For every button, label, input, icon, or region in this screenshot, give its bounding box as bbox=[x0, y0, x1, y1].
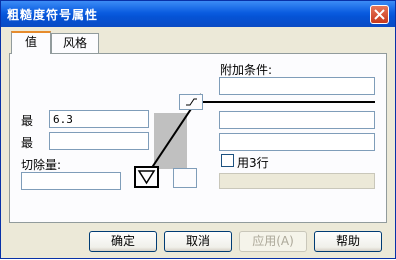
lay-direction-button[interactable] bbox=[179, 94, 203, 110]
cancel-button[interactable]: 取消 bbox=[164, 231, 232, 252]
min-label: 最 bbox=[21, 136, 34, 150]
cutoff-field[interactable] bbox=[21, 172, 121, 190]
use-3-lines-checkbox[interactable] bbox=[221, 154, 234, 167]
triangle-down-icon bbox=[137, 170, 156, 185]
extra-condition-field-2[interactable] bbox=[219, 111, 375, 129]
help-button[interactable]: 帮助 bbox=[314, 231, 382, 252]
tab-label: 值 bbox=[24, 35, 37, 49]
max-label: 最 bbox=[21, 114, 34, 128]
use-3-lines-label: 用3行 bbox=[237, 156, 269, 170]
roughness-symbol-lines bbox=[140, 93, 375, 185]
cancel-label: 取消 bbox=[185, 234, 210, 248]
third-line-field-disabled bbox=[219, 173, 375, 189]
extra-condition-field-3[interactable] bbox=[219, 133, 375, 151]
dialog-window: 粗糙度符号属性 值 风格 附加条件: 最 最 切除量: 用3行 确定 取消 应用… bbox=[0, 0, 396, 259]
symbol-type-button[interactable] bbox=[134, 166, 159, 188]
apply-button[interactable]: 应用(A) bbox=[239, 231, 307, 252]
min-roughness-field[interactable] bbox=[49, 132, 149, 150]
cutoff-label: 切除量: bbox=[21, 158, 62, 172]
help-label: 帮助 bbox=[335, 234, 360, 248]
lay-symbol-icon bbox=[186, 98, 197, 106]
apply-label: 应用(A) bbox=[252, 234, 294, 248]
symbol-extra-button[interactable] bbox=[173, 168, 197, 188]
tab-values[interactable]: 值 bbox=[11, 31, 51, 54]
max-roughness-field[interactable] bbox=[49, 110, 149, 128]
ok-label: 确定 bbox=[110, 234, 135, 248]
ok-button[interactable]: 确定 bbox=[89, 231, 157, 252]
